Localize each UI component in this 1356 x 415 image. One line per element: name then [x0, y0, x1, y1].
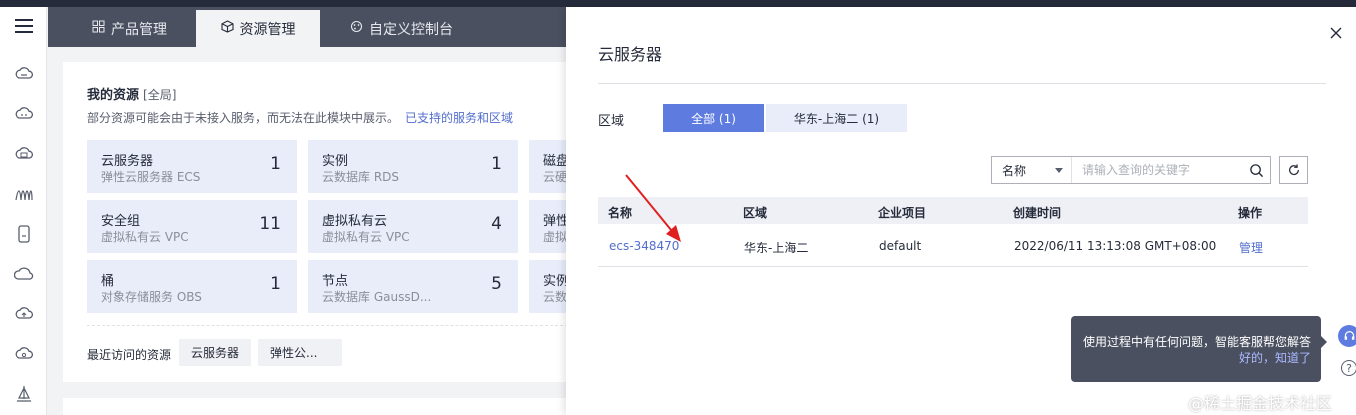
- customer-service-icon[interactable]: [1338, 325, 1356, 347]
- server-region: 华东-上海二: [744, 241, 809, 255]
- region-tab-all[interactable]: 全部 (1): [663, 104, 764, 132]
- recent-resource-chip[interactable]: 弹性公...: [258, 339, 342, 366]
- resource-tile[interactable]: 实例 云数: [529, 260, 568, 313]
- divider: [598, 83, 1326, 84]
- resource-tile[interactable]: 虚拟私有云 虚拟私有云 VPC 4: [308, 200, 518, 253]
- database-icon[interactable]: [13, 143, 35, 165]
- server-created-time: 2022/06/11 13:13:08 GMT+08:00: [1014, 239, 1217, 253]
- storage-icon[interactable]: [13, 223, 35, 245]
- resource-count: 4: [491, 214, 502, 234]
- cloud-icon[interactable]: [13, 103, 35, 125]
- cloud-server-icon[interactable]: [13, 63, 35, 85]
- region-label: 区域: [598, 114, 625, 129]
- resource-service: 云数据库 RDS: [322, 170, 400, 184]
- search-input[interactable]: [1072, 157, 1242, 183]
- resource-service: 云数据库 GaussD...: [322, 290, 432, 304]
- resources-title: 我的资源 [全局]: [87, 84, 176, 103]
- cloud-upload-icon[interactable]: [13, 303, 35, 325]
- watermark: @稀土掘金技术社区: [1188, 394, 1333, 413]
- resource-name: 实例: [322, 154, 349, 169]
- console-tabs: 产品管理 资源管理 自定义控制台: [48, 7, 568, 47]
- supported-services-link[interactable]: 已支持的服务和区域: [405, 111, 513, 125]
- tab-label: 产品管理: [111, 21, 167, 38]
- resource-tile[interactable]: 桶 对象存储服务 OBS 1: [87, 260, 297, 313]
- resource-name: 弹性: [543, 214, 568, 229]
- search-field-value: 名称: [1002, 163, 1027, 178]
- resource-tile[interactable]: 实例 云数据库 RDS 1: [308, 140, 518, 193]
- secondary-card: [63, 398, 568, 415]
- drawer-title: 云服务器: [598, 45, 663, 64]
- server-name-link[interactable]: ecs-348470: [609, 239, 679, 253]
- resource-count: 1: [270, 154, 281, 174]
- resource-count: 1: [270, 274, 281, 294]
- server-project: default: [879, 239, 922, 253]
- column-header-region: 区域: [743, 206, 768, 220]
- resource-name: 桶: [101, 274, 115, 289]
- resources-title-text: 我的资源: [87, 88, 140, 103]
- close-icon[interactable]: [1328, 25, 1344, 41]
- my-resources-card: 我的资源 [全局] 部分资源可能会由于未接入服务，而无法在此模块中展示。 已支持的服…: [63, 62, 568, 382]
- column-header-name: 名称: [608, 206, 633, 220]
- recent-resources-label: 最近访问的资源: [87, 348, 172, 362]
- network-icon[interactable]: [13, 183, 35, 205]
- resource-service: 云硬: [543, 170, 568, 184]
- tab-product-management[interactable]: 产品管理: [78, 10, 181, 47]
- resource-tile[interactable]: 弹性 虚拟: [529, 200, 568, 253]
- tooltip-dismiss-link[interactable]: 好的，知道了: [1239, 349, 1311, 366]
- resource-tile[interactable]: 节点 云数据库 GaussD... 5: [308, 260, 518, 313]
- menu-icon[interactable]: [13, 15, 35, 37]
- refresh-icon[interactable]: [1279, 156, 1308, 184]
- sailboat-icon[interactable]: [13, 383, 35, 405]
- column-header-created: 创建时间: [1013, 206, 1062, 220]
- resource-count: 1: [491, 154, 502, 174]
- resource-count: 11: [259, 214, 281, 234]
- help-icon[interactable]: ?: [1341, 360, 1356, 376]
- resource-service: 对象存储服务 OBS: [101, 290, 202, 304]
- resource-tile[interactable]: 云服务器 弹性云服务器 ECS 1: [87, 140, 297, 193]
- resource-tile[interactable]: 安全组 虚拟私有云 VPC 11: [87, 200, 297, 253]
- column-header-project: 企业项目: [878, 206, 927, 220]
- resource-service: 弹性云服务器 ECS: [101, 170, 201, 184]
- column-header-action: 操作: [1238, 206, 1263, 220]
- region-tab-east-shanghai2[interactable]: 华东-上海二 (1): [766, 104, 907, 132]
- assistant-tooltip: 使用过程中有任何问题，智能客服帮您解答 好的，知道了: [1071, 316, 1327, 382]
- recent-resource-chip[interactable]: 云服务器: [179, 339, 252, 366]
- tooltip-message: 使用过程中有任何问题，智能客服帮您解答: [1083, 335, 1312, 349]
- search-icon[interactable]: [1242, 157, 1270, 183]
- palette-icon: [350, 20, 363, 37]
- tab-label: 自定义控制台: [369, 21, 453, 38]
- divider: [87, 325, 568, 326]
- resource-service: 虚拟: [543, 230, 568, 244]
- manage-link[interactable]: 管理: [1239, 239, 1263, 256]
- resource-name: 安全组: [101, 214, 141, 229]
- tab-label: 资源管理: [239, 21, 296, 38]
- resource-name: 云服务器: [101, 154, 154, 169]
- table-header: 名称 区域 企业项目 创建时间 操作: [598, 197, 1308, 224]
- resources-scope: [全局]: [143, 88, 177, 102]
- tab-custom-console[interactable]: 自定义控制台: [336, 10, 467, 47]
- chevron-down-icon: [1055, 168, 1063, 173]
- resources-subtitle: 部分资源可能会由于未接入服务，而无法在此模块中展示。 已支持的服务和区域: [87, 109, 513, 126]
- resource-tile[interactable]: 磁盘 云硬: [529, 140, 568, 193]
- grid-icon: [92, 20, 105, 37]
- search-box: 名称: [991, 156, 1271, 184]
- search-field-select[interactable]: 名称: [992, 157, 1072, 183]
- resource-service: 云数: [543, 290, 568, 304]
- tooltip-arrow: [1321, 336, 1327, 348]
- table-row: ecs-348470 华东-上海二 default 2022/06/11 13:…: [598, 224, 1308, 267]
- resources-subtitle-text: 部分资源可能会由于未接入服务，而无法在此模块中展示。: [87, 111, 400, 125]
- resource-name: 实例: [543, 274, 568, 289]
- cube-icon: [220, 20, 234, 37]
- top-bar: [0, 0, 1356, 7]
- resource-count: 5: [491, 274, 502, 294]
- resource-name: 节点: [322, 274, 349, 289]
- resource-name: 虚拟私有云: [322, 214, 388, 229]
- resource-name: 磁盘: [543, 154, 568, 169]
- resource-service: 虚拟私有云 VPC: [101, 230, 189, 244]
- left-nav: [0, 7, 47, 415]
- cloud-settings-icon[interactable]: [13, 343, 35, 365]
- tab-resource-management[interactable]: 资源管理: [196, 10, 320, 47]
- resource-service: 虚拟私有云 VPC: [322, 230, 410, 244]
- cloud-outline-icon[interactable]: [13, 263, 35, 285]
